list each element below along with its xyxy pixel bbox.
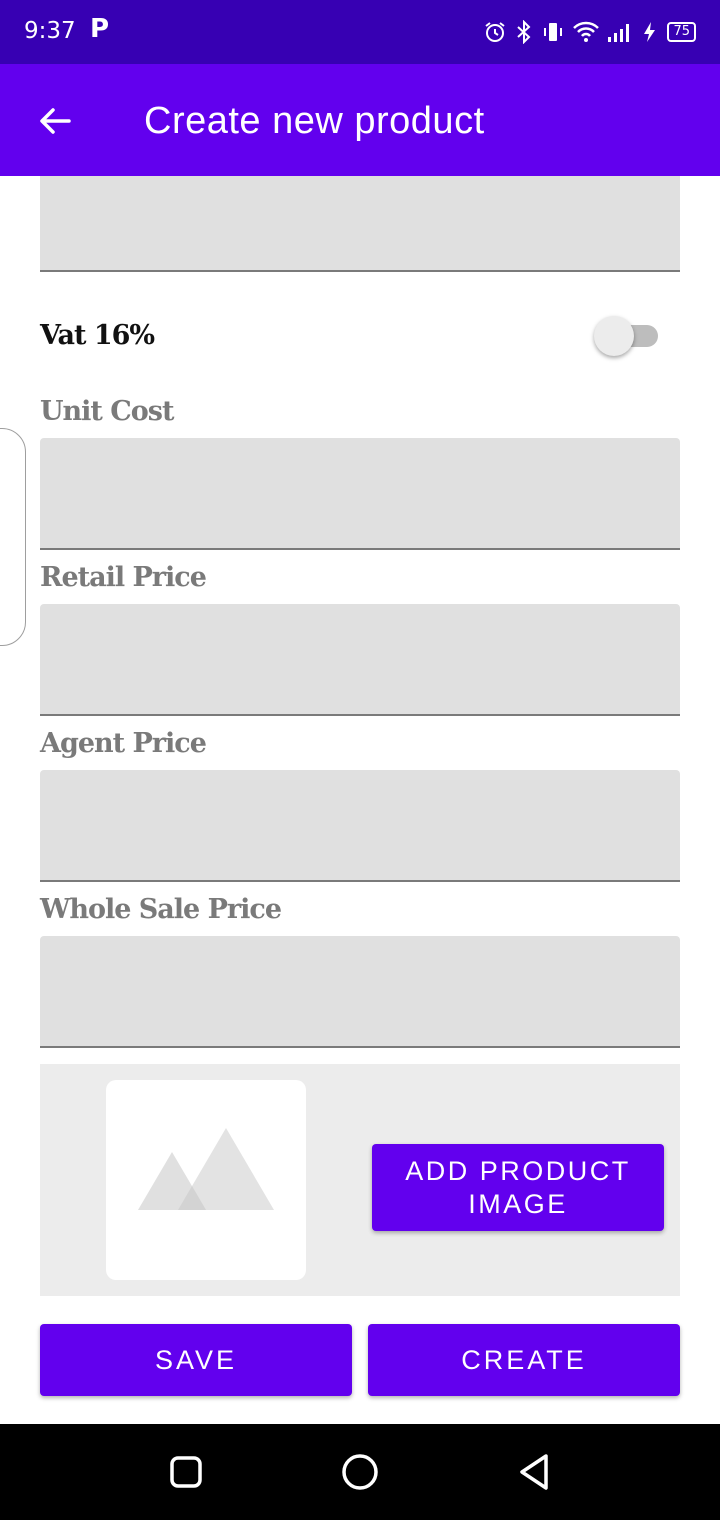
- alarm-icon: [483, 20, 507, 44]
- recents-button[interactable]: [162, 1448, 210, 1496]
- page-title: Create new product: [144, 100, 485, 142]
- image-placeholder-icon: [138, 1128, 274, 1210]
- system-nav-bar: [0, 1424, 720, 1520]
- product-field-top[interactable]: [40, 176, 680, 272]
- status-time: 9:37: [24, 18, 76, 44]
- vat-toggle-thumb: [594, 316, 634, 356]
- bluetooth-icon: [515, 20, 533, 44]
- unit-cost-label: Unit Cost: [40, 396, 174, 427]
- save-button[interactable]: SAVE: [40, 1324, 352, 1396]
- signal-icon: [607, 21, 633, 43]
- vat-toggle[interactable]: [594, 316, 662, 356]
- status-icons: 75: [483, 18, 696, 46]
- wifi-icon: [573, 21, 600, 43]
- back-button[interactable]: [32, 98, 78, 144]
- agent-price-label: Agent Price: [40, 728, 207, 759]
- home-icon: [342, 1454, 378, 1490]
- agent-price-input[interactable]: [40, 770, 680, 882]
- vibrate-icon: [541, 20, 565, 44]
- create-button[interactable]: CREATE: [368, 1324, 680, 1396]
- product-image-panel: ADD PRODUCT IMAGE: [40, 1064, 680, 1296]
- add-product-image-button[interactable]: ADD PRODUCT IMAGE: [372, 1144, 664, 1231]
- wholesale-price-input[interactable]: [40, 936, 680, 1048]
- product-image-preview[interactable]: [106, 1080, 306, 1280]
- wholesale-price-label: Whole Sale Price: [40, 894, 282, 925]
- vat-label: Vat 16%: [40, 320, 155, 351]
- nav-back-button[interactable]: [510, 1448, 558, 1496]
- battery-icon: 75: [667, 22, 696, 42]
- arrow-left-icon: [40, 108, 71, 134]
- home-button[interactable]: [336, 1448, 384, 1496]
- app-indicator: P: [90, 14, 110, 44]
- retail-price-input[interactable]: [40, 604, 680, 716]
- unit-cost-input[interactable]: [40, 438, 680, 550]
- recents-icon: [170, 1456, 202, 1488]
- back-icon: [520, 1454, 548, 1490]
- app-bar: Create new product: [0, 64, 720, 176]
- side-drawer-handle[interactable]: [0, 428, 26, 646]
- charging-icon: [641, 20, 659, 44]
- status-bar: 9:37 P 75: [0, 0, 720, 64]
- retail-price-label: Retail Price: [40, 562, 207, 593]
